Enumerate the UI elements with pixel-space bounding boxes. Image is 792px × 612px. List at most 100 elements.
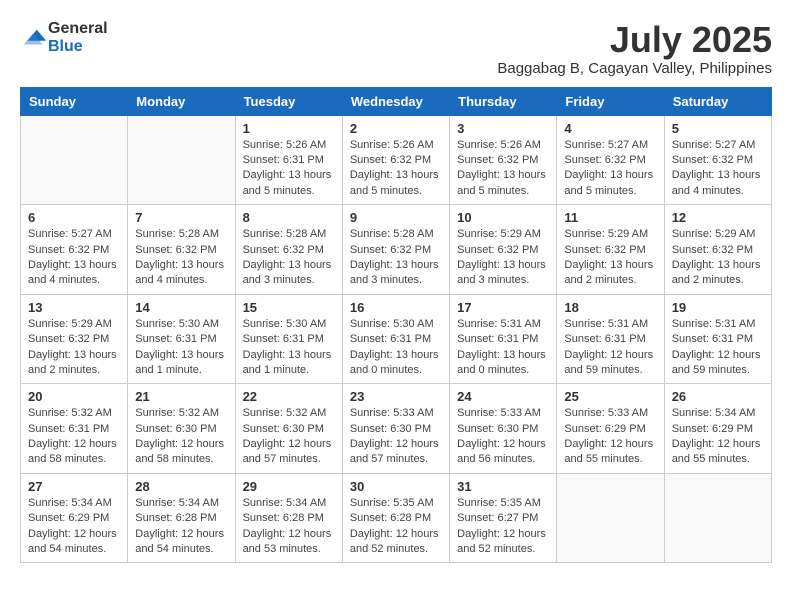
day-info: Sunrise: 5:30 AMSunset: 6:31 PMDaylight:…	[243, 317, 335, 379]
calendar-cell: 18 Sunrise: 5:31 AMSunset: 6:31 PMDayligh…	[557, 294, 664, 384]
day-info: Sunrise: 5:34 AMSunset: 6:28 PMDaylight:…	[243, 496, 335, 558]
day-number: 7	[135, 210, 227, 225]
day-number: 14	[135, 300, 227, 315]
day-info: Sunrise: 5:26 AMSunset: 6:32 PMDaylight:…	[457, 138, 549, 200]
day-header-friday: Friday	[557, 87, 664, 115]
day-info: Sunrise: 5:32 AMSunset: 6:30 PMDaylight:…	[135, 406, 227, 468]
calendar-cell: 10 Sunrise: 5:29 AMSunset: 6:32 PMDayligh…	[450, 205, 557, 295]
title-area: July 2025 Baggabag B, Cagayan Valley, Ph…	[497, 20, 772, 77]
day-info: Sunrise: 5:31 AMSunset: 6:31 PMDaylight:…	[564, 317, 656, 379]
day-info: Sunrise: 5:30 AMSunset: 6:31 PMDaylight:…	[135, 317, 227, 379]
day-info: Sunrise: 5:28 AMSunset: 6:32 PMDaylight:…	[243, 227, 335, 289]
day-number: 22	[243, 389, 335, 404]
day-number: 11	[564, 210, 656, 225]
calendar-cell: 6 Sunrise: 5:27 AMSunset: 6:32 PMDaylight…	[21, 205, 128, 295]
day-info: Sunrise: 5:33 AMSunset: 6:29 PMDaylight:…	[564, 406, 656, 468]
day-number: 30	[350, 479, 442, 494]
day-info: Sunrise: 5:33 AMSunset: 6:30 PMDaylight:…	[457, 406, 549, 468]
calendar-cell: 2Sunrise: 5:26 AMSunset: 6:32 PMDaylight…	[342, 115, 449, 205]
day-number: 3	[457, 121, 549, 136]
calendar-cell: 1Sunrise: 5:26 AMSunset: 6:31 PMDaylight…	[235, 115, 342, 205]
day-number: 13	[28, 300, 120, 315]
calendar-cell: 24Sunrise: 5:33 AMSunset: 6:30 PMDayligh…	[450, 384, 557, 474]
calendar-cell: 25 Sunrise: 5:33 AMSunset: 6:29 PMDayligh…	[557, 384, 664, 474]
calendar-cell: 14 Sunrise: 5:30 AMSunset: 6:31 PMDayligh…	[128, 294, 235, 384]
day-number: 10	[457, 210, 549, 225]
day-info: Sunrise: 5:34 AMSunset: 6:28 PMDaylight:…	[135, 496, 227, 558]
calendar-cell: 3 Sunrise: 5:26 AMSunset: 6:32 PMDaylight…	[450, 115, 557, 205]
day-number: 27	[28, 479, 120, 494]
day-number: 9	[350, 210, 442, 225]
calendar-cell: 30 Sunrise: 5:35 AMSunset: 6:28 PMDayligh…	[342, 473, 449, 563]
day-info: Sunrise: 5:34 AMSunset: 6:29 PMDaylight:…	[28, 496, 120, 558]
day-info: Sunrise: 5:29 AMSunset: 6:32 PMDaylight:…	[672, 227, 764, 289]
day-info: Sunrise: 5:27 AMSunset: 6:32 PMDaylight:…	[564, 138, 656, 200]
calendar-cell: 29 Sunrise: 5:34 AMSunset: 6:28 PMDayligh…	[235, 473, 342, 563]
calendar-cell: 31 Sunrise: 5:35 AMSunset: 6:27 PMDayligh…	[450, 473, 557, 563]
day-info: Sunrise: 5:27 AMSunset: 6:32 PMDaylight:…	[672, 138, 764, 200]
day-info: Sunrise: 5:29 AMSunset: 6:32 PMDaylight:…	[564, 227, 656, 289]
day-header-sunday: Sunday	[21, 87, 128, 115]
day-number: 6	[28, 210, 120, 225]
day-number: 29	[243, 479, 335, 494]
day-info: Sunrise: 5:35 AMSunset: 6:28 PMDaylight:…	[350, 496, 442, 558]
calendar-cell: 9 Sunrise: 5:28 AMSunset: 6:32 PMDaylight…	[342, 205, 449, 295]
logo-icon	[20, 24, 48, 52]
calendar-cell	[21, 115, 128, 205]
day-info: Sunrise: 5:33 AMSunset: 6:30 PMDaylight:…	[350, 406, 442, 468]
calendar-cell: 11 Sunrise: 5:29 AMSunset: 6:32 PMDayligh…	[557, 205, 664, 295]
calendar-cell: 28 Sunrise: 5:34 AMSunset: 6:28 PMDayligh…	[128, 473, 235, 563]
location-title: Baggabag B, Cagayan Valley, Philippines	[497, 60, 772, 77]
day-number: 5	[672, 121, 764, 136]
day-info: Sunrise: 5:32 AMSunset: 6:30 PMDaylight:…	[243, 406, 335, 468]
day-info: Sunrise: 5:29 AMSunset: 6:32 PMDaylight:…	[457, 227, 549, 289]
day-info: Sunrise: 5:27 AMSunset: 6:32 PMDaylight:…	[28, 227, 120, 289]
calendar-cell: 26 Sunrise: 5:34 AMSunset: 6:29 PMDayligh…	[664, 384, 771, 474]
day-number: 15	[243, 300, 335, 315]
calendar-cell: 8 Sunrise: 5:28 AMSunset: 6:32 PMDaylight…	[235, 205, 342, 295]
logo-general: General	[48, 20, 108, 38]
day-number: 31	[457, 479, 549, 494]
logo-blue: Blue	[48, 38, 108, 56]
calendar-cell: 21 Sunrise: 5:32 AMSunset: 6:30 PMDayligh…	[128, 384, 235, 474]
day-number: 20	[28, 389, 120, 404]
calendar-table: SundayMondayTuesdayWednesdayThursdayFrid…	[20, 87, 772, 564]
day-info: Sunrise: 5:32 AMSunset: 6:31 PMDaylight:…	[28, 406, 120, 468]
day-number: 16	[350, 300, 442, 315]
logo: General Blue	[20, 20, 108, 55]
day-number: 17	[457, 300, 549, 315]
day-number: 26	[672, 389, 764, 404]
calendar-cell: 5 Sunrise: 5:27 AMSunset: 6:32 PMDaylight…	[664, 115, 771, 205]
day-number: 19	[672, 300, 764, 315]
calendar-cell: 20 Sunrise: 5:32 AMSunset: 6:31 PMDayligh…	[21, 384, 128, 474]
day-info: Sunrise: 5:28 AMSunset: 6:32 PMDaylight:…	[135, 227, 227, 289]
calendar-cell: 13Sunrise: 5:29 AMSunset: 6:32 PMDayligh…	[21, 294, 128, 384]
calendar-cell: 7 Sunrise: 5:28 AMSunset: 6:32 PMDaylight…	[128, 205, 235, 295]
calendar-cell: 17 Sunrise: 5:31 AMSunset: 6:31 PMDayligh…	[450, 294, 557, 384]
day-number: 21	[135, 389, 227, 404]
day-info: Sunrise: 5:28 AMSunset: 6:32 PMDaylight:…	[350, 227, 442, 289]
day-header-thursday: Thursday	[450, 87, 557, 115]
day-number: 12	[672, 210, 764, 225]
month-title: July 2025	[497, 20, 772, 60]
calendar-cell: 15 Sunrise: 5:30 AMSunset: 6:31 PMDayligh…	[235, 294, 342, 384]
calendar-cell	[557, 473, 664, 563]
calendar-cell: 27 Sunrise: 5:34 AMSunset: 6:29 PMDayligh…	[21, 473, 128, 563]
day-info: Sunrise: 5:26 AMSunset: 6:32 PMDaylight:…	[350, 138, 442, 200]
day-info: Sunrise: 5:31 AMSunset: 6:31 PMDaylight:…	[672, 317, 764, 379]
day-info: Sunrise: 5:31 AMSunset: 6:31 PMDaylight:…	[457, 317, 549, 379]
calendar-cell: 4 Sunrise: 5:27 AMSunset: 6:32 PMDaylight…	[557, 115, 664, 205]
day-number: 25	[564, 389, 656, 404]
day-number: 18	[564, 300, 656, 315]
calendar-cell	[664, 473, 771, 563]
day-header-saturday: Saturday	[664, 87, 771, 115]
day-number: 8	[243, 210, 335, 225]
day-number: 1	[243, 121, 335, 136]
day-info: Sunrise: 5:35 AMSunset: 6:27 PMDaylight:…	[457, 496, 549, 558]
calendar-cell: 12 Sunrise: 5:29 AMSunset: 6:32 PMDayligh…	[664, 205, 771, 295]
day-number: 4	[564, 121, 656, 136]
day-number: 23	[350, 389, 442, 404]
day-number: 28	[135, 479, 227, 494]
day-info: Sunrise: 5:34 AMSunset: 6:29 PMDaylight:…	[672, 406, 764, 468]
day-info: Sunrise: 5:30 AMSunset: 6:31 PMDaylight:…	[350, 317, 442, 379]
